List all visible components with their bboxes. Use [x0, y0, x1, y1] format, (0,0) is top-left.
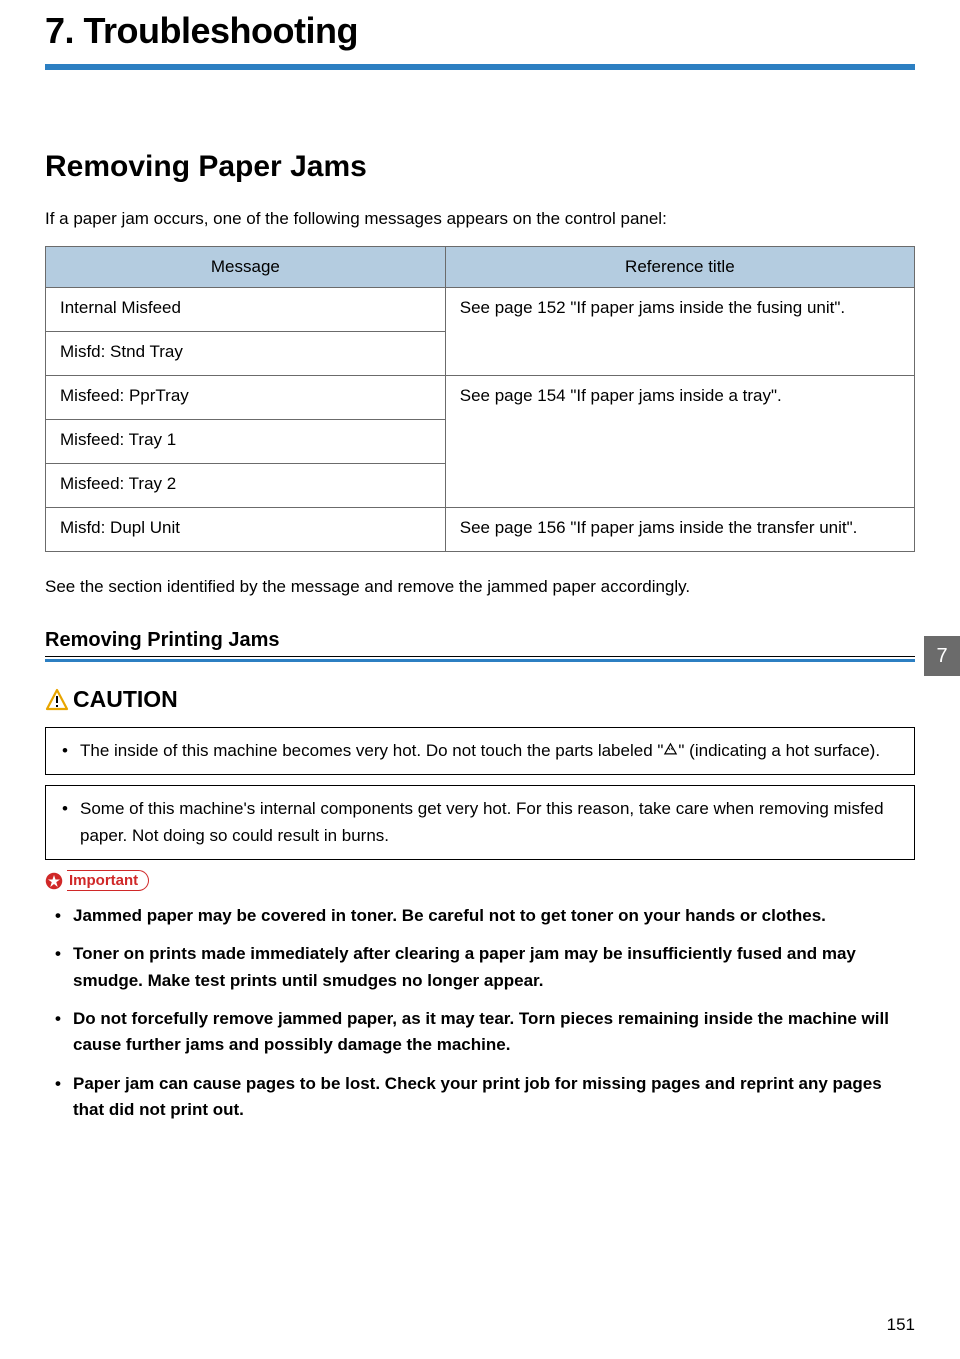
caution-box: Some of this machine's internal componen… [45, 785, 915, 860]
important-label-text: Important [67, 870, 149, 891]
caution-triangle-icon [45, 688, 69, 712]
table-cell-msg: Misfeed: Tray 2 [46, 463, 446, 507]
page-number: 151 [887, 1315, 915, 1335]
table-cell-msg: Misfd: Dupl Unit [46, 507, 446, 551]
table-cell-ref: See page 152 "If paper jams inside the f… [445, 287, 914, 375]
table-cell-msg: Misfd: Stnd Tray [46, 331, 446, 375]
table-cell-msg: Internal Misfeed [46, 287, 446, 331]
subsection-title: Removing Printing Jams [45, 629, 915, 657]
caution-item: The inside of this machine becomes very … [52, 738, 902, 764]
chapter-tab: 7 [924, 636, 960, 676]
table-row: Misfeed: PprTray See page 154 "If paper … [46, 375, 915, 419]
caution-label: CAUTION [45, 686, 915, 713]
important-list: Jammed paper may be covered in toner. Be… [45, 903, 915, 1123]
table-cell-ref: See page 156 "If paper jams inside the t… [445, 507, 914, 551]
caution-text-post: " (indicating a hot surface). [678, 741, 880, 760]
message-table: Message Reference title Internal Misfeed… [45, 246, 915, 552]
intro-paragraph: If a paper jam occurs, one of the follow… [45, 206, 915, 232]
table-header-message: Message [46, 246, 446, 287]
hot-surface-icon [663, 742, 678, 757]
after-table-paragraph: See the section identified by the messag… [45, 574, 915, 600]
important-item: Jammed paper may be covered in toner. Be… [45, 903, 915, 929]
table-header-reference: Reference title [445, 246, 914, 287]
table-row: Misfd: Dupl Unit See page 156 "If paper … [46, 507, 915, 551]
chapter-rule [45, 64, 915, 70]
subsection-rule [45, 659, 915, 662]
table-cell-ref: See page 154 "If paper jams inside a tra… [445, 375, 914, 507]
chapter-title: 7. Troubleshooting [45, 10, 915, 52]
caution-item: Some of this machine's internal componen… [52, 796, 902, 849]
caution-box: The inside of this machine becomes very … [45, 727, 915, 775]
important-item: Toner on prints made immediately after c… [45, 941, 915, 994]
caution-label-text: CAUTION [73, 686, 178, 713]
section-title: Removing Paper Jams [45, 150, 915, 184]
table-row: Internal Misfeed See page 152 "If paper … [46, 287, 915, 331]
important-star-icon [45, 872, 63, 890]
caution-text-pre: The inside of this machine becomes very … [80, 741, 663, 760]
important-item: Do not forcefully remove jammed paper, a… [45, 1006, 915, 1059]
important-item: Paper jam can cause pages to be lost. Ch… [45, 1071, 915, 1124]
table-cell-msg: Misfeed: PprTray [46, 375, 446, 419]
important-label: Important [45, 870, 915, 891]
table-cell-msg: Misfeed: Tray 1 [46, 419, 446, 463]
